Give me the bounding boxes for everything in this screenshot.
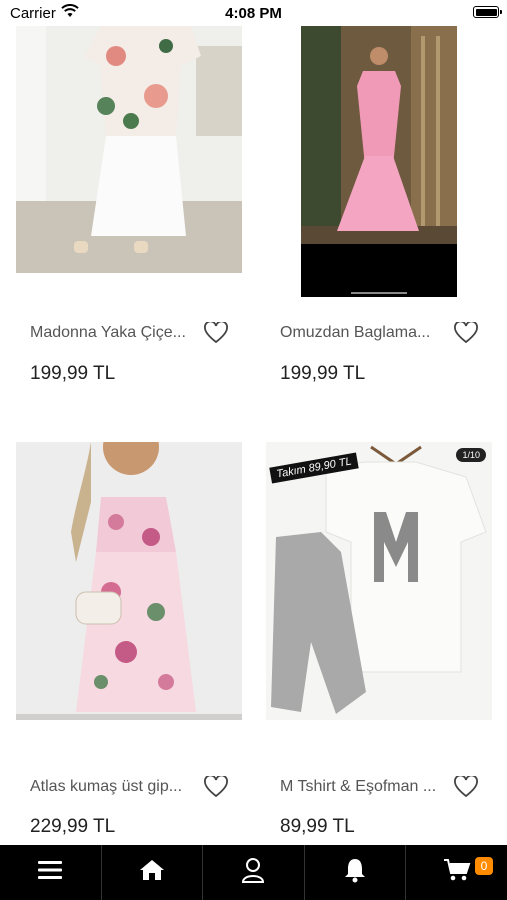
product-image[interactable]	[16, 442, 242, 720]
menu-icon[interactable]	[37, 859, 63, 886]
product-price: 229,99 TL	[30, 816, 116, 837]
heart-icon[interactable]	[454, 774, 478, 798]
product-price: 199,99 TL	[30, 363, 116, 384]
product-image[interactable]	[301, 26, 457, 297]
notification-icon[interactable]	[343, 857, 367, 888]
battery-icon	[473, 6, 502, 18]
clock: 4:08 PM	[225, 5, 282, 22]
product-image[interactable]	[16, 26, 242, 273]
tab-profile[interactable]	[202, 845, 304, 900]
product-name[interactable]: Madonna Yaka Çiçe...	[30, 324, 202, 342]
product-price: 199,99 TL	[280, 363, 366, 384]
profile-icon[interactable]	[241, 857, 265, 888]
tab-notifications[interactable]	[303, 845, 406, 900]
product-image[interactable]: Takım 89,90 TL 1/10	[266, 442, 492, 720]
product-card[interactable]: Madonna Yaka Çiçe... 199,99 TL	[16, 26, 242, 426]
product-card[interactable]: Omuzdan Baglama... 199,99 TL	[266, 26, 492, 426]
product-price: 89,99 TL	[280, 816, 355, 837]
image-counter: 1/10	[456, 448, 486, 462]
product-name[interactable]: Omuzdan Baglama...	[280, 324, 452, 342]
product-card[interactable]: Atlas kumaş üst gip... 229,99 TL	[16, 442, 242, 842]
product-card[interactable]: Takım 89,90 TL 1/10 M Tshirt & Eşofman .…	[266, 442, 492, 842]
heart-icon[interactable]	[204, 320, 228, 344]
bottom-tab-bar	[0, 845, 507, 900]
cart-icon[interactable]	[443, 858, 471, 887]
cart-count-badge: 0	[475, 857, 493, 875]
tab-menu[interactable]	[0, 845, 101, 900]
product-name[interactable]: M Tshirt & Eşofman ...	[280, 778, 452, 796]
heart-icon[interactable]	[454, 320, 478, 344]
status-bar: Carrier 4:08 PM	[0, 0, 507, 26]
home-icon[interactable]	[139, 859, 165, 886]
tab-home[interactable]	[100, 845, 203, 900]
heart-icon[interactable]	[204, 774, 228, 798]
product-name[interactable]: Atlas kumaş üst gip...	[30, 778, 202, 796]
